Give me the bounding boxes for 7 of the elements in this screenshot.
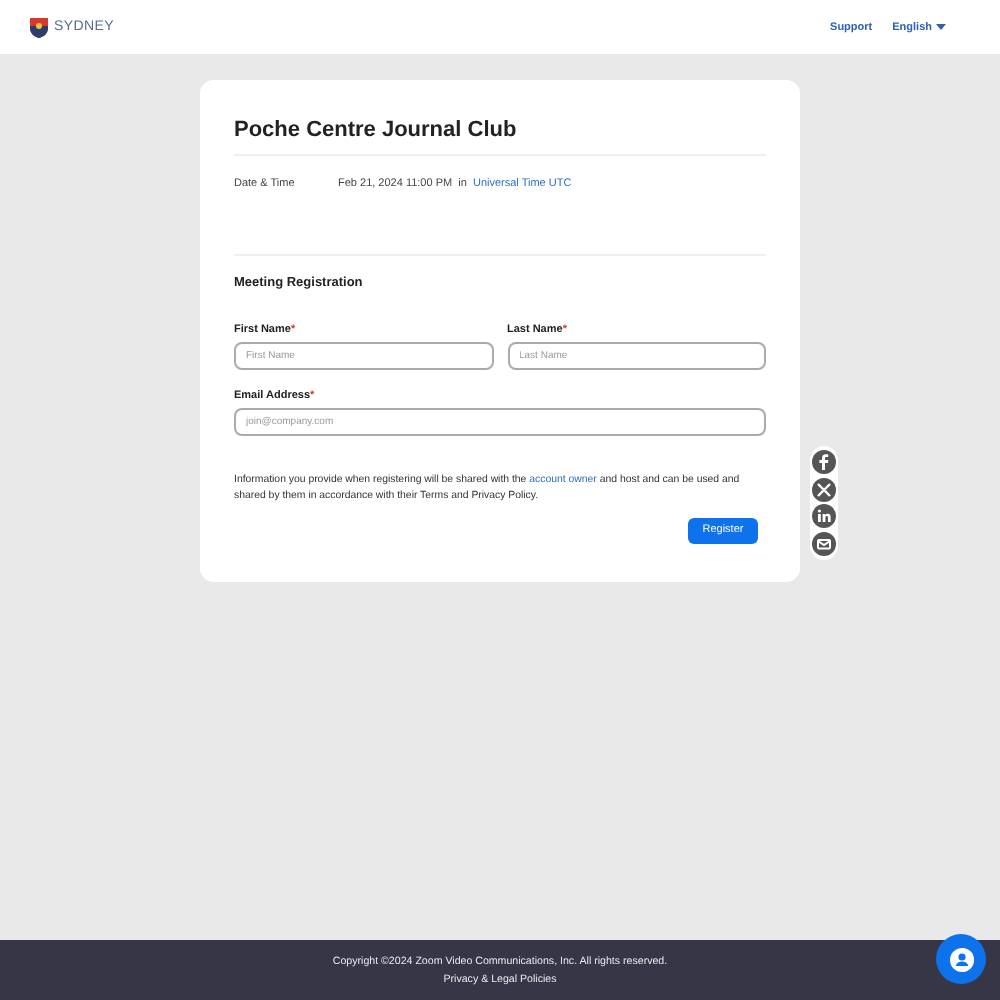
linkedin-share-icon[interactable]	[812, 504, 836, 528]
x-share-icon[interactable]	[812, 477, 836, 501]
chat-icon	[947, 945, 975, 973]
crest-icon	[30, 17, 48, 37]
email-share-icon[interactable]	[812, 531, 836, 555]
meeting-title: Poche Centre Journal Club	[234, 115, 519, 145]
facebook-share-icon[interactable]	[812, 450, 836, 474]
